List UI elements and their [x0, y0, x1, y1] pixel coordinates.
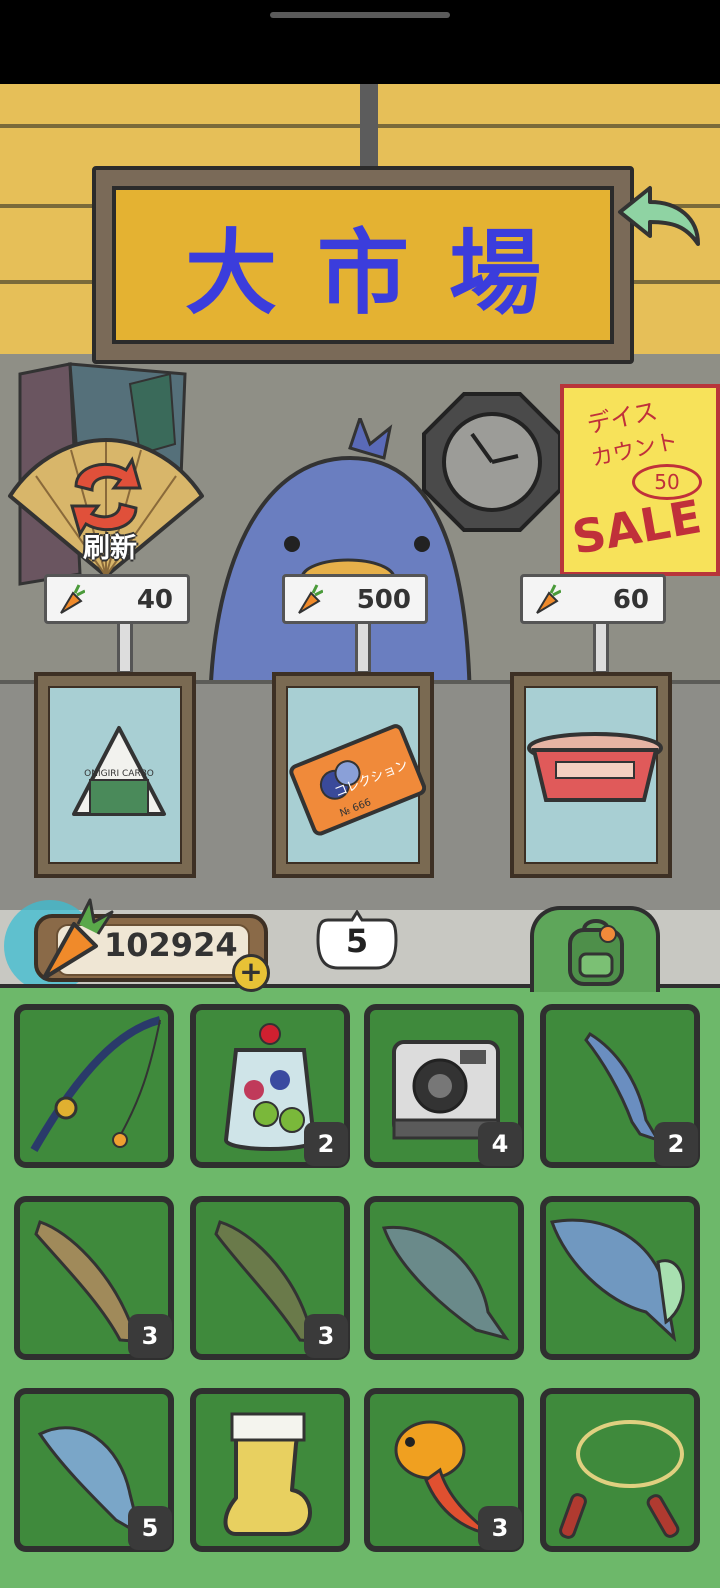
inventory-slot-goldfish[interactable]: 3 — [364, 1388, 524, 1552]
display-glass: ONIGIRI CARBO — [48, 686, 182, 864]
price-tag-ticket: 500 — [282, 574, 428, 624]
carrot-icon — [34, 894, 114, 986]
market-title: 大市場 — [184, 219, 581, 327]
notch-indicator — [270, 12, 450, 18]
item-count: 3 — [128, 1314, 172, 1358]
poster-sale: SALE — [568, 489, 706, 565]
carrot-count: 102924 — [104, 926, 238, 964]
status-bar — [0, 0, 720, 84]
display-glass — [524, 686, 663, 864]
inventory-slot-brown-trout[interactable]: 3 — [14, 1196, 174, 1360]
shop-scene: デイス カウント 50 SALE 大市場 刷新 40 ONIGIRI CARBO… — [0, 84, 720, 984]
price-tag-onigiri: 40 — [44, 574, 190, 624]
cup-noodle-icon — [527, 732, 663, 802]
market-sign: 大市場 — [92, 166, 634, 364]
display-glass: コレクション № 666 — [286, 686, 426, 864]
inventory-slot-bass[interactable]: 3 — [190, 1196, 350, 1360]
ticket-quantity: 5 — [345, 922, 369, 960]
shop-item-collection-ticket[interactable]: コレクション № 666 — [272, 672, 434, 878]
inventory-slot-blue-fish[interactable] — [540, 1196, 700, 1360]
carrot-icon — [536, 584, 561, 614]
item-count: 2 — [654, 1122, 698, 1166]
price-value: 500 — [356, 585, 411, 615]
shop-item-cup-noodle[interactable] — [510, 672, 672, 878]
item-count: 2 — [304, 1122, 348, 1166]
inventory-slot-small-fish[interactable]: 2 — [540, 1004, 700, 1168]
sale-poster: デイス カウント 50 SALE — [560, 384, 720, 576]
carp-icon — [381, 1225, 510, 1341]
inventory-slot-carp[interactable] — [364, 1196, 524, 1360]
price-tag-noodle: 60 — [520, 574, 666, 624]
carrot-icon — [60, 584, 85, 614]
onigiri-icon: ONIGIRI CARBO — [72, 726, 166, 816]
backpack-icon — [568, 919, 624, 986]
tag-post — [117, 618, 133, 674]
back-arrow-icon[interactable] — [614, 182, 704, 252]
fishing-rod-icon — [30, 1016, 162, 1152]
inventory-slot-christmas-stocking[interactable] — [190, 1388, 350, 1552]
shop-item-onigiri[interactable]: ONIGIRI CARBO — [34, 672, 196, 878]
inventory-slot-instant-camera[interactable]: 4 — [364, 1004, 524, 1168]
market-sign-panel: 大市場 — [112, 186, 614, 344]
tag-post — [593, 618, 609, 674]
price-value: 60 — [612, 585, 649, 615]
blue-fish-icon — [550, 1218, 685, 1343]
jump-rope-icon — [559, 1420, 684, 1539]
inventory-slot-blue-fish-small[interactable]: 5 — [14, 1388, 174, 1552]
inventory-slot-jump-rope[interactable] — [540, 1388, 700, 1552]
item-count: 3 — [304, 1314, 348, 1358]
christmas-stocking-icon — [223, 1412, 312, 1536]
inventory-slot-fruit-jar[interactable]: 2 — [190, 1004, 350, 1168]
collection-ticket-icon: コレクション № 666 — [289, 724, 426, 836]
carrot-icon — [298, 584, 323, 614]
tag-post — [355, 618, 371, 674]
item-count: 5 — [128, 1506, 172, 1550]
item-count: 3 — [478, 1506, 522, 1550]
onigiri-caption: ONIGIRI CARBO — [84, 769, 154, 779]
add-carrot-button[interactable]: + — [232, 954, 270, 992]
backpack-tab[interactable] — [530, 906, 660, 992]
inventory-slot-fishing-rod[interactable] — [14, 1004, 174, 1168]
price-value: 40 — [136, 585, 173, 615]
refresh-label: 刷新 — [83, 533, 137, 564]
item-count: 4 — [478, 1122, 522, 1166]
